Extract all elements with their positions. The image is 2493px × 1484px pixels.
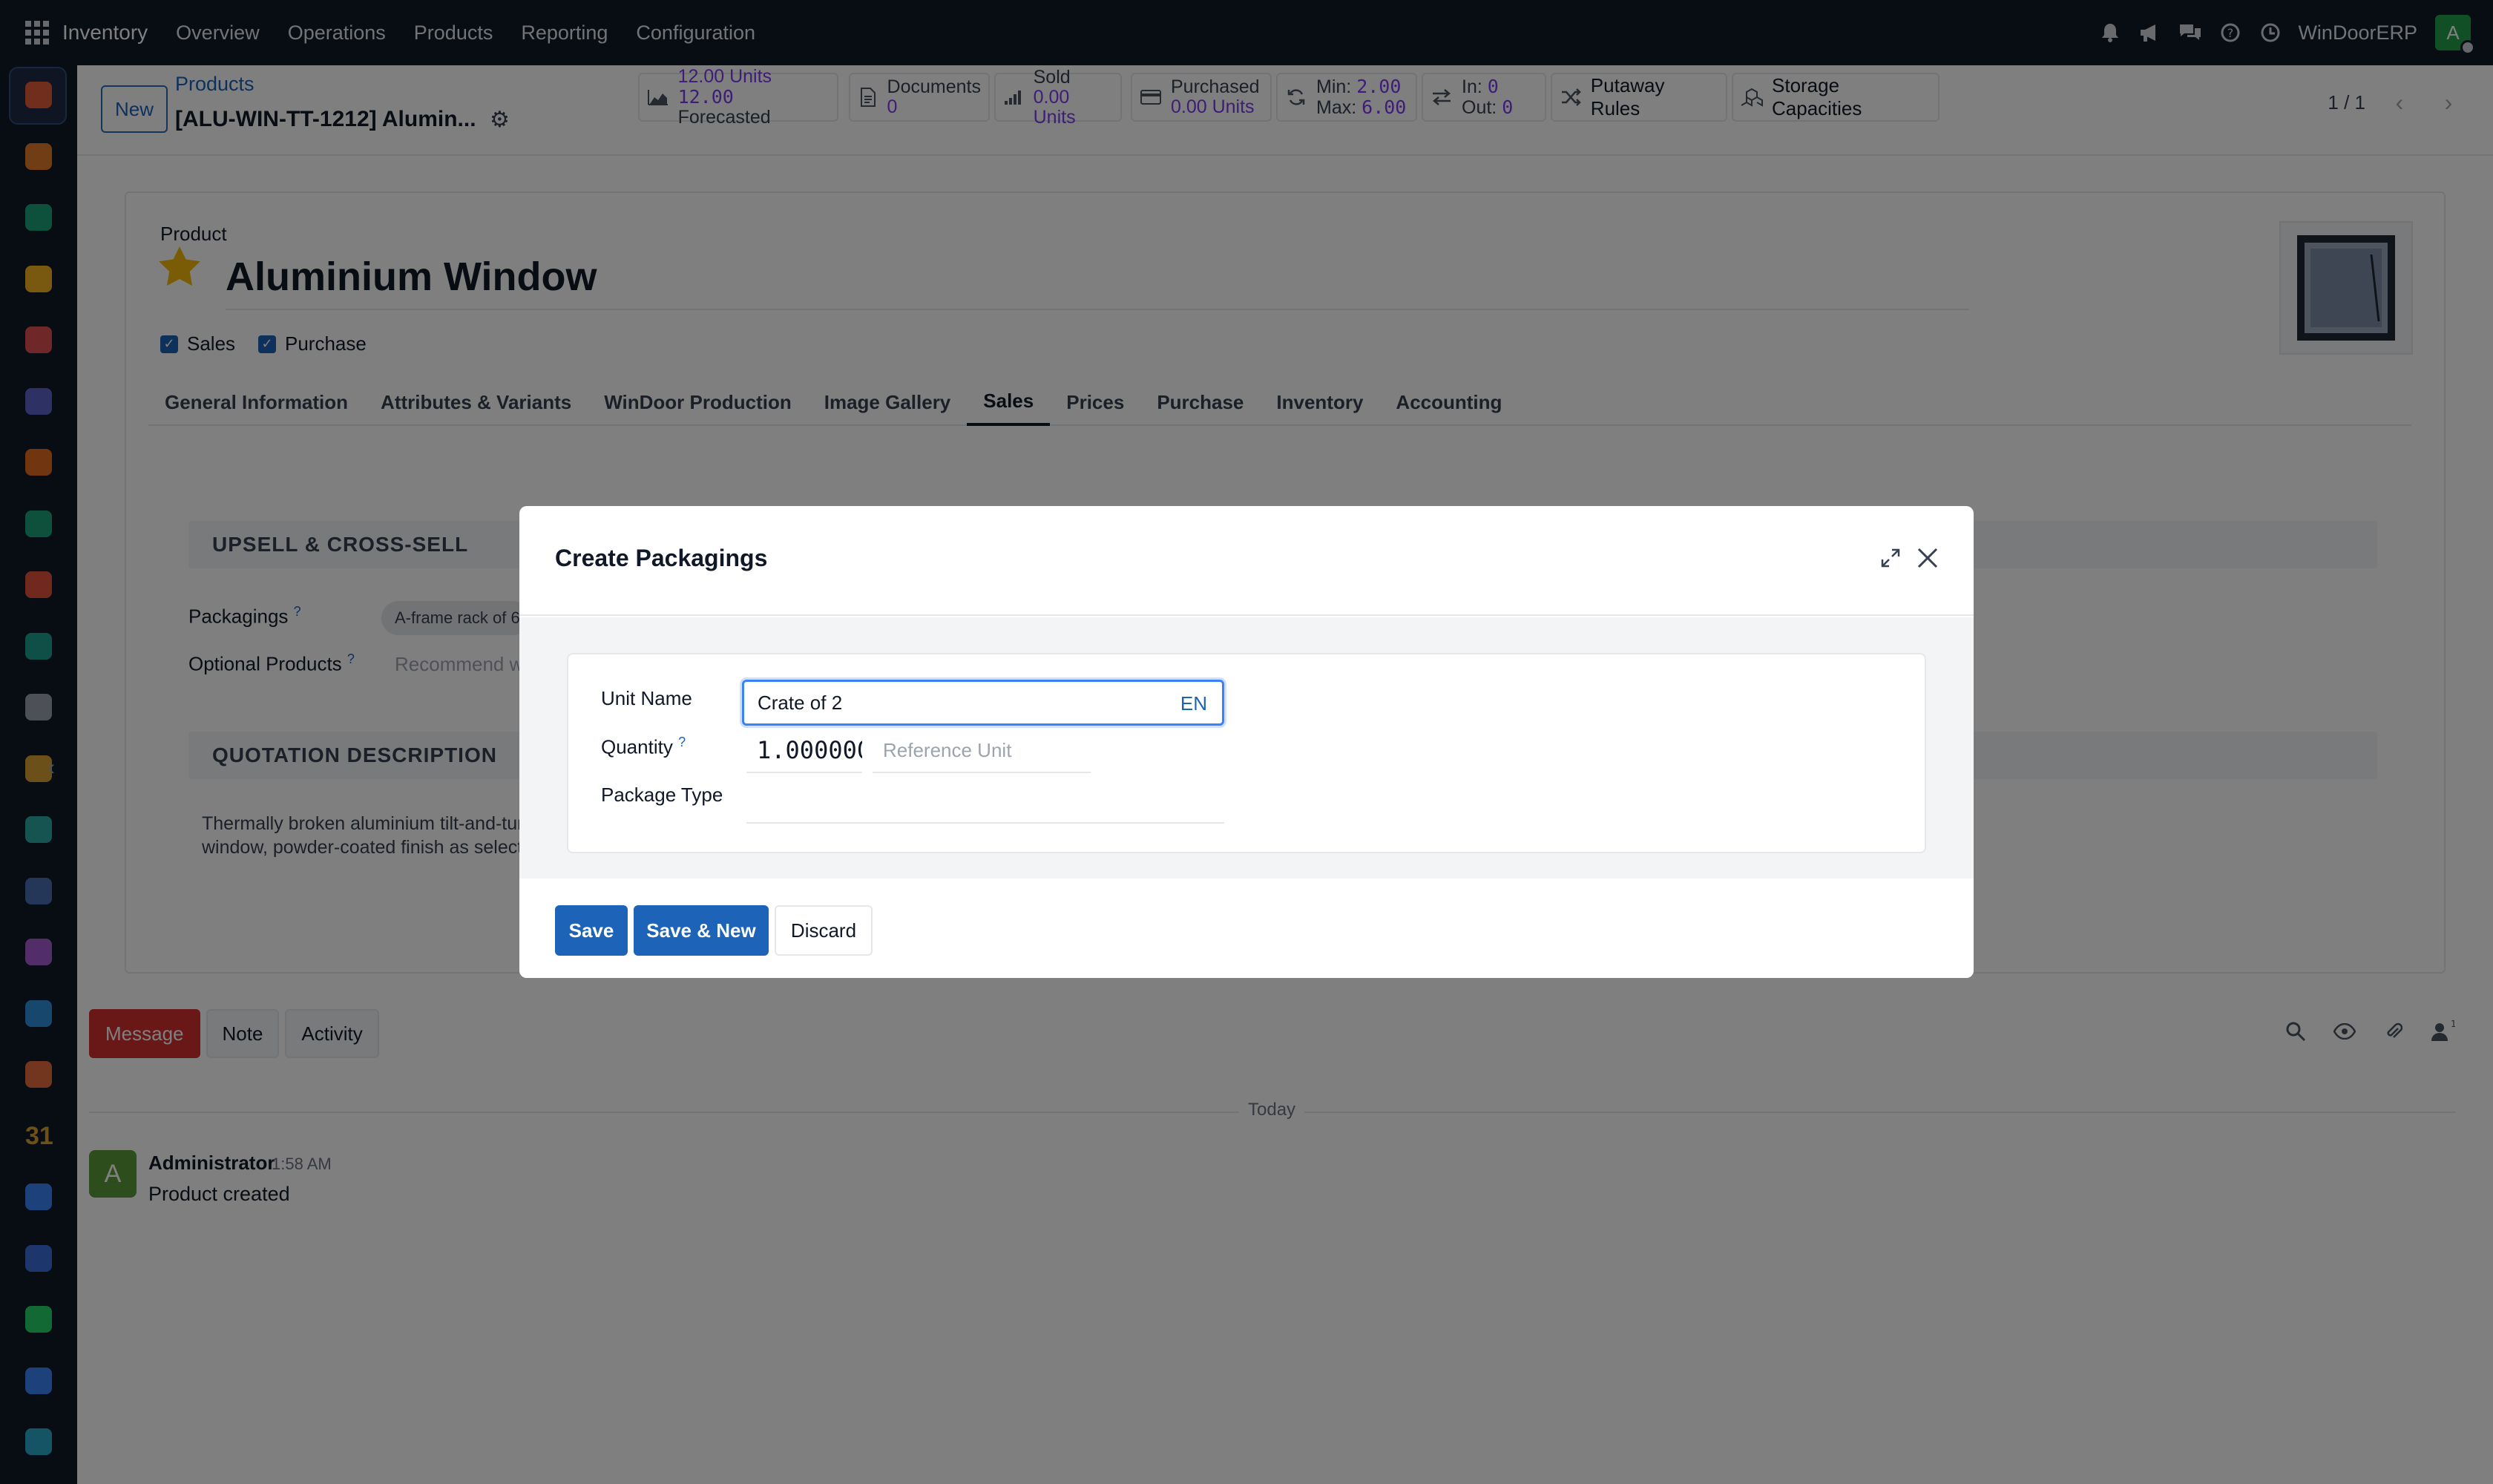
quantity-label: Quantity ?	[601, 735, 686, 759]
packaging-form-card: Unit Name Crate of 2 EN Quantity ? 1.000…	[567, 653, 1926, 853]
reference-unit-input[interactable]: Reference Unit	[873, 729, 1091, 773]
close-icon[interactable]	[1913, 543, 1942, 573]
unit-name-input[interactable]: Crate of 2 EN	[742, 680, 1224, 726]
create-packagings-dialog: Create Packagings Unit Name Crate of 2 E…	[519, 506, 1974, 978]
dialog-footer: Save Save & New Discard	[519, 879, 1974, 978]
save-button[interactable]: Save	[555, 905, 628, 956]
unit-name-label: Unit Name	[601, 687, 692, 709]
quantity-label-text: Quantity	[601, 735, 673, 758]
package-type-label: Package Type	[601, 784, 723, 806]
unit-name-value: Crate of 2	[758, 691, 843, 714]
dialog-header: Create Packagings	[519, 506, 1974, 616]
package-type-input[interactable]	[746, 779, 1224, 824]
help-tooltip-icon[interactable]: ?	[678, 735, 686, 749]
dialog-body: Unit Name Crate of 2 EN Quantity ? 1.000…	[519, 617, 1974, 879]
save-and-new-button[interactable]: Save & New	[634, 905, 769, 956]
quantity-input[interactable]: 1.000000	[746, 729, 862, 773]
translate-button[interactable]: EN	[1180, 692, 1207, 715]
expand-icon[interactable]	[1877, 545, 1904, 571]
dialog-title: Create Packagings	[555, 545, 768, 571]
discard-button[interactable]: Discard	[775, 905, 873, 956]
